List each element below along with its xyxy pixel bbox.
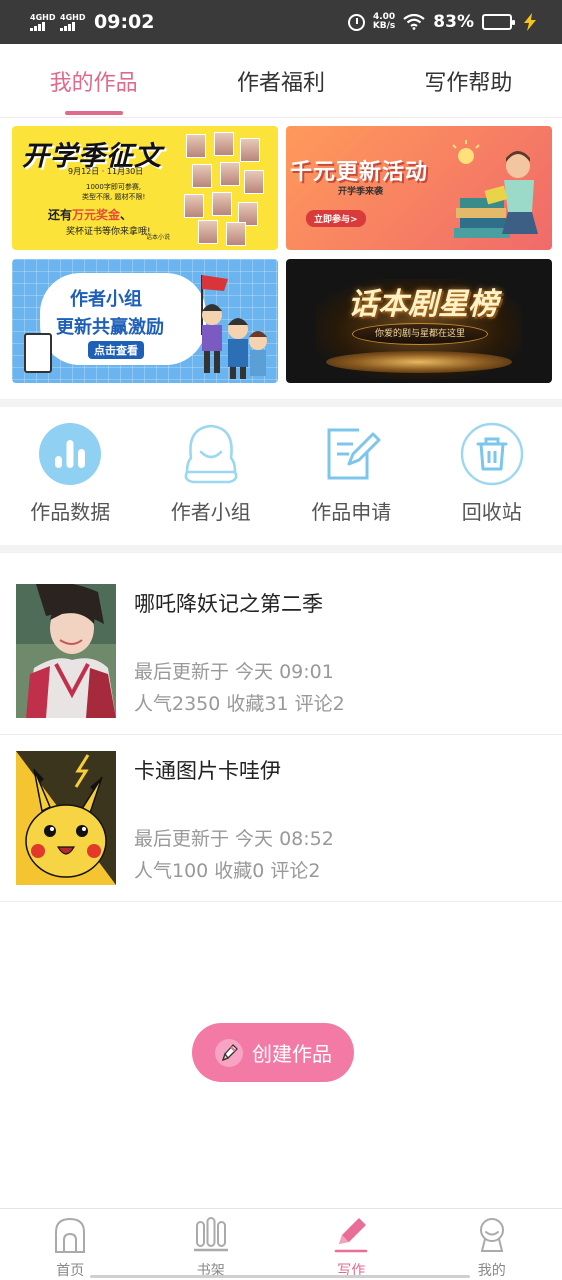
cartoon-kids-illustration: [201, 275, 267, 379]
prize-suffix: 、: [120, 208, 133, 222]
pencil-icon: [215, 1038, 243, 1067]
nav-home[interactable]: 首页: [0, 1209, 141, 1280]
battery-icon: [482, 14, 515, 30]
banner-brand: 话本小说: [146, 234, 171, 241]
work-cover: [16, 751, 116, 885]
bookshelf-icon: [191, 1215, 231, 1255]
tab-label: 写作帮助: [424, 70, 513, 96]
stage-podium: [326, 351, 512, 373]
top-tabs: 我的作品 作者福利 写作帮助: [0, 44, 562, 118]
sim1-label: 4GHD: [30, 13, 56, 22]
promo-banners: 开学季征文 9月12日 · 11月30日 1000字即可参赛, 类型不限, 题材…: [12, 126, 552, 384]
net-speed-unit: KB/s: [372, 21, 396, 31]
work-stats: 人气2350 收藏31 评论2: [134, 693, 345, 715]
work-title: 哪吒降妖记之第二季: [134, 592, 323, 616]
create-work-button[interactable]: 创建作品: [192, 1023, 354, 1082]
reading-person-illustration: [452, 140, 538, 238]
battery-percent: 83%: [433, 12, 474, 32]
nav-label: 我的: [477, 1263, 506, 1279]
signal-bars-icon: [60, 22, 75, 31]
edit-document-icon: [319, 422, 383, 486]
quick-actions: 作品数据 作者小组 作品申请 回收站: [0, 408, 562, 546]
banner-title: 作者小组: [70, 289, 142, 310]
list-item[interactable]: 卡通图片卡哇伊 最后更新于 今天 08:52 人气100 收藏0 评论2: [0, 735, 562, 902]
tab-label: 作者福利: [236, 70, 325, 96]
banner-date: 9月12日 · 11月30日: [68, 167, 144, 176]
signal-sim1: 4GHD: [30, 13, 56, 31]
banner-text: 1000字即可参赛,: [86, 183, 142, 191]
nav-mine[interactable]: 我的: [422, 1209, 562, 1280]
prize-highlight: 万元奖金: [72, 208, 121, 222]
nav-label: 首页: [56, 1263, 85, 1279]
quick-action-label: 回收站: [461, 500, 522, 524]
banner-view-button[interactable]: 点击查看: [88, 341, 144, 359]
section-divider: [0, 399, 562, 407]
quick-action-label: 作品数据: [30, 500, 111, 524]
section-divider: [0, 545, 562, 553]
signal-bars-icon: [30, 22, 45, 31]
alarm-icon: [347, 13, 365, 31]
status-left: 4GHD 4GHD 09:02: [30, 11, 154, 33]
tab-writing-help[interactable]: 写作帮助: [375, 44, 562, 117]
bottom-navigation: 首页 书架 写作 我的: [0, 1208, 562, 1280]
work-updated-time: 最后更新于 今天 08:52: [134, 828, 334, 850]
banner-author-group[interactable]: 作者小组 更新共赢激励 点击查看: [12, 259, 278, 383]
author-group-button[interactable]: 作者小组: [141, 408, 282, 546]
work-data-button[interactable]: 作品数据: [0, 408, 141, 546]
net-speed: 4.00 KB/s: [373, 13, 395, 31]
banner-title: 千元更新活动: [290, 160, 429, 185]
charging-bolt-icon: [524, 13, 536, 31]
nav-bookshelf[interactable]: 书架: [141, 1209, 282, 1280]
tab-label: 我的作品: [49, 70, 138, 96]
banner-back-to-school-contest[interactable]: 开学季征文 9月12日 · 11月30日 1000字即可参赛, 类型不限, 题材…: [12, 126, 278, 250]
work-application-button[interactable]: 作品申请: [281, 408, 422, 546]
profile-icon: [472, 1215, 512, 1255]
home-icon: [50, 1215, 90, 1255]
banner-drama-star-ranking[interactable]: 话本剧星榜 你爱的剧与星都在这里: [286, 259, 552, 383]
works-list: 哪吒降妖记之第二季 最后更新于 今天 09:01 人气2350 收藏31 评论2: [0, 568, 562, 902]
banner-subtitle: 你爱的剧与星都在这里: [352, 323, 488, 345]
banner-update-event[interactable]: 千元更新活动 开学季来袭 立即参与>: [286, 126, 552, 250]
pen-icon: [331, 1215, 371, 1255]
wifi-icon: [403, 14, 425, 30]
home-indicator-bar: [90, 1275, 470, 1278]
bar-chart-icon: [38, 422, 102, 486]
status-bar: 4GHD 4GHD 09:02 4.00 KB/s 83%: [0, 0, 562, 44]
work-stats: 人气100 收藏0 评论2: [134, 860, 321, 882]
trash-icon: [460, 422, 524, 486]
quick-action-label: 作品申请: [311, 500, 392, 524]
work-title: 卡通图片卡哇伊: [134, 759, 281, 783]
banner-photos: [182, 132, 268, 246]
create-work-label: 创建作品: [252, 1042, 332, 1066]
prize-prefix: 还有: [48, 208, 73, 222]
banner-prize: 还有万元奖金、: [48, 206, 132, 223]
quick-action-label: 作者小组: [170, 500, 251, 524]
recycle-bin-button[interactable]: 回收站: [422, 408, 562, 546]
tab-my-works[interactable]: 我的作品: [0, 44, 187, 117]
work-cover: [16, 584, 116, 718]
sim2-label: 4GHD: [60, 13, 86, 22]
nav-write[interactable]: 写作: [281, 1209, 422, 1280]
tab-author-benefits[interactable]: 作者福利: [187, 44, 374, 117]
banner-subtitle: 开学季来袭: [338, 187, 384, 197]
list-item[interactable]: 哪吒降妖记之第二季 最后更新于 今天 09:01 人气2350 收藏31 评论2: [0, 568, 562, 735]
signal-sim2: 4GHD: [60, 13, 86, 31]
status-right: 4.00 KB/s 83%: [347, 12, 540, 32]
banner-join-button[interactable]: 立即参与>: [306, 210, 366, 227]
work-updated-time: 最后更新于 今天 09:01: [134, 661, 334, 683]
banner-title: 话本剧星榜: [348, 287, 498, 322]
clock: 09:02: [94, 11, 155, 33]
banner-text: 类型不限, 题材不限!: [82, 193, 146, 201]
clipboard-icon: [24, 333, 52, 373]
author-group-icon: [179, 422, 243, 486]
banner-text: 奖杯证书等你来拿哦!: [66, 227, 151, 237]
banner-subtitle: 更新共赢激励: [56, 317, 164, 338]
